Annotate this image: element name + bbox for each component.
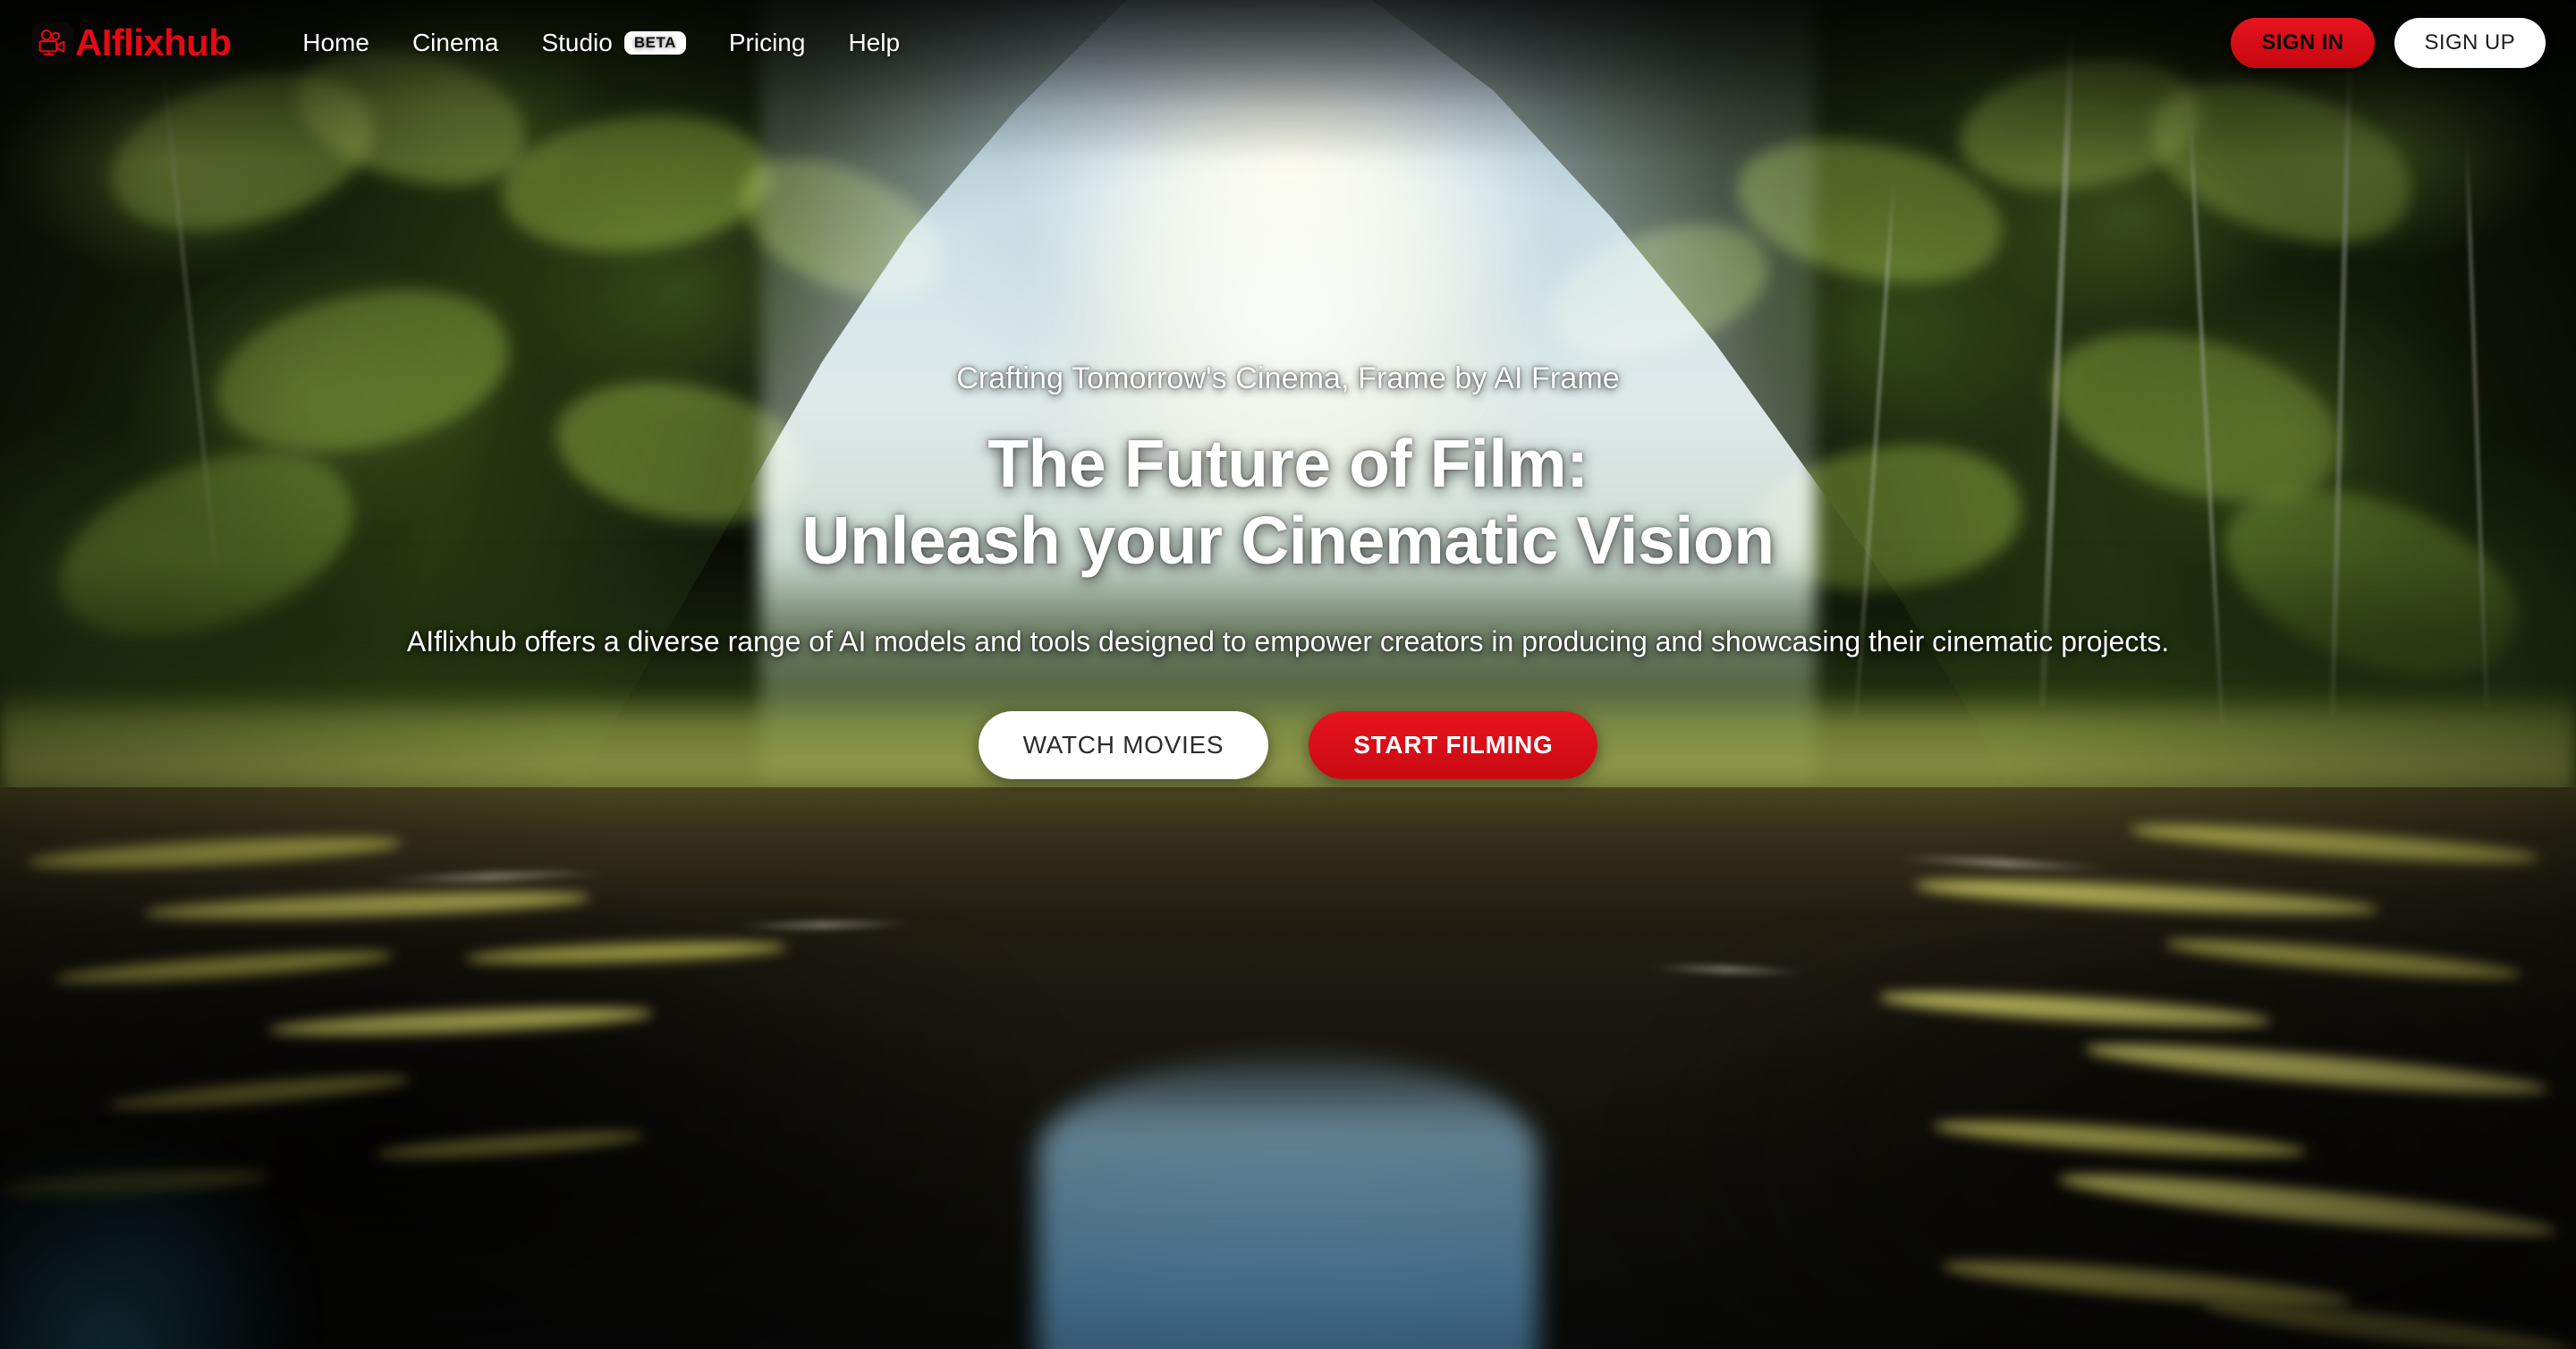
nav-actions: SIGN IN SIGN UP [2231,18,2546,68]
nav-item-studio[interactable]: Studio BETA [520,25,707,61]
hero-title: The Future of Film: Unleash your Cinemat… [801,426,1775,579]
hero-tagline: Crafting Tomorrow's Cinema, Frame by AI … [956,361,1620,395]
hero-title-line-2: Unleash your Cinematic Vision [801,502,1775,578]
hero-cta-group: WATCH MOVIES START FILMING [978,711,1598,780]
hero-title-line-1: The Future of Film: [987,426,1589,501]
landing-page: AIflixhub Home Cinema Studio BETA Pricin… [0,0,2576,1349]
start-filming-button[interactable]: START FILMING [1309,711,1598,780]
sign-in-button[interactable]: SIGN IN [2231,18,2375,68]
nav-links: Home Cinema Studio BETA Pricing Help [281,25,921,61]
nav-item-label: Help [848,29,901,56]
watch-movies-button[interactable]: WATCH MOVIES [978,711,1269,780]
nav-item-help[interactable]: Help [826,25,921,61]
nav-item-label: Home [302,29,369,56]
nav-item-label: Studio [541,29,613,56]
hero-subtitle: AIflixhub offers a diverse range of AI m… [406,625,2170,658]
hero-section: Crafting Tomorrow's Cinema, Frame by AI … [0,0,2576,1349]
nav-item-home[interactable]: Home [281,25,391,61]
brand-logo[interactable]: AIflixhub [32,21,232,64]
nav-item-cinema[interactable]: Cinema [391,25,520,61]
beta-badge: BETA [623,31,686,55]
nav-item-pricing[interactable]: Pricing [708,25,827,61]
nav-item-label: Pricing [728,29,806,56]
nav-item-label: Cinema [411,29,499,56]
top-navigation-bar: AIflixhub Home Cinema Studio BETA Pricin… [0,0,2576,86]
brand-name: AIflixhub [75,21,232,64]
sign-up-button[interactable]: SIGN UP [2394,18,2546,68]
movie-camera-icon [32,22,73,64]
